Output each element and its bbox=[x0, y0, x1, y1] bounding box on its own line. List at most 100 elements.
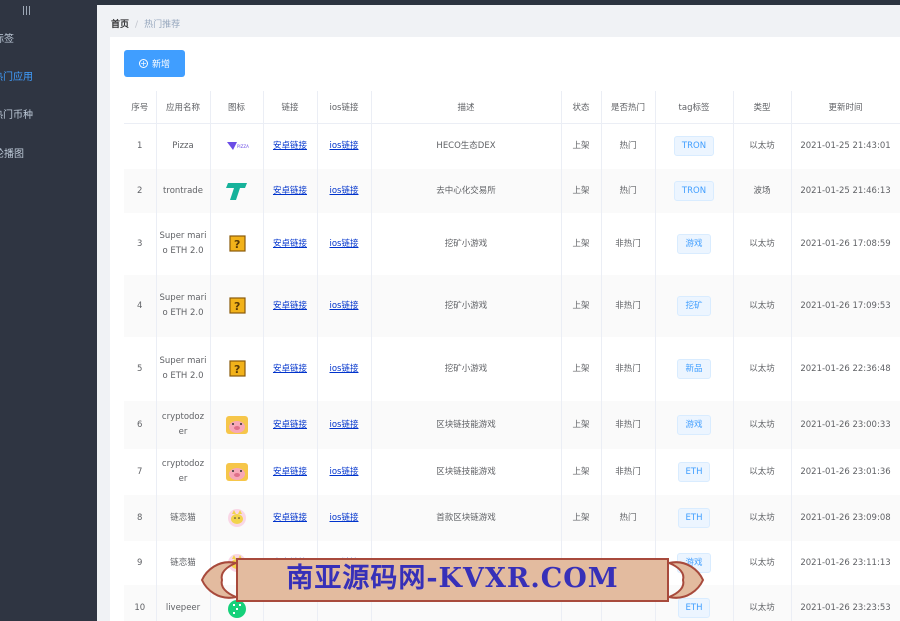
ios-link[interactable]: ios链接 bbox=[330, 467, 359, 477]
cell-tag: 新品 bbox=[655, 337, 734, 401]
cell-icon bbox=[210, 449, 264, 495]
breadcrumb-current: 热门推荐 bbox=[144, 20, 181, 30]
cell-type: 以太坊 bbox=[733, 123, 792, 169]
cell-time: 2021-01-26 22:36:48 bbox=[791, 337, 900, 401]
cell-link: 安卓链接 bbox=[263, 401, 318, 449]
sidebar-item-tags[interactable]: 标签 bbox=[0, 30, 91, 50]
table-row[interactable]: 3 Super mario ETH 2.0? 安卓链接 ios链接 挖矿小游戏 上架 非热门… bbox=[124, 213, 900, 275]
cell-link: 安卓链接 bbox=[263, 337, 318, 401]
cat-avatar-icon bbox=[225, 508, 249, 528]
cell-desc: 挖矿小游戏 bbox=[371, 337, 562, 401]
cell-hot: 热门 bbox=[601, 123, 656, 169]
cell-ios-link: ios链接 bbox=[317, 449, 372, 495]
add-button[interactable]: + 新增 bbox=[124, 50, 185, 77]
hamburger-icon[interactable]: ||| bbox=[22, 6, 36, 16]
cell-time: 2021-01-26 23:23:53 bbox=[791, 585, 900, 621]
tag-badge: TRON bbox=[673, 181, 715, 201]
cell-status: 上架 bbox=[561, 401, 602, 449]
cell-time: 2021-01-26 17:08:59 bbox=[791, 213, 900, 275]
question-block-icon: ? bbox=[225, 234, 249, 254]
table-row[interactable]: 2 trontrade 安卓链接 ios链接 去中心化交易所 上架 热门 TRON 波场 2021… bbox=[124, 169, 900, 213]
android-link[interactable]: 安卓链接 bbox=[273, 141, 307, 151]
cell-hot: 非热门 bbox=[601, 401, 656, 449]
header-time[interactable]: 更新时间 bbox=[791, 91, 900, 124]
header-hot[interactable]: 是否热门 bbox=[601, 91, 656, 124]
table-row[interactable]: 7 cryptodozer 安卓链接 ios链接 区块链技能游戏 上架 非热门 ETH 以太坊 2… bbox=[124, 449, 900, 495]
cell-no: 5 bbox=[124, 337, 157, 401]
header-tag[interactable]: tag标签 bbox=[655, 91, 734, 124]
cell-hot: 非热门 bbox=[601, 275, 656, 337]
ios-link[interactable]: ios链接 bbox=[330, 186, 359, 196]
tag-badge: 新品 bbox=[677, 359, 711, 379]
cell-tag: TRON bbox=[655, 123, 734, 169]
android-link[interactable]: 安卓链接 bbox=[273, 186, 307, 196]
breadcrumb-separator: / bbox=[135, 20, 139, 30]
android-link[interactable]: 安卓链接 bbox=[273, 364, 307, 374]
table-row[interactable]: 6 cryptodozer 安卓链接 ios链接 区块链技能游戏 上架 非热门 游戏 以太坊 20… bbox=[124, 401, 900, 449]
android-link[interactable]: 安卓链接 bbox=[273, 301, 307, 311]
cell-name: 链恋猫 bbox=[156, 495, 211, 541]
cell-desc: 区块链技能游戏 bbox=[371, 449, 562, 495]
table-row[interactable]: 8 链恋猫 安卓链接 ios链接 首款区块链游戏 上架 热门 ETH 以太坊 2021-01-26… bbox=[124, 495, 900, 541]
content-card: + 新增 序号 应用名称 图标 链接 ios链接 描述 状态 是否热门 tag标… bbox=[110, 37, 900, 621]
cell-desc: 首款区块链游戏 bbox=[371, 495, 562, 541]
trontrade-logo-icon bbox=[225, 181, 249, 201]
sidebar-item-hot-apps[interactable]: 热门应用 bbox=[0, 68, 90, 88]
header-no[interactable]: 序号 bbox=[124, 91, 157, 124]
cell-icon: ? bbox=[210, 275, 264, 337]
cell-icon bbox=[210, 495, 264, 541]
sidebar: ||| 标签 热门应用 热门币种 轮播图 bbox=[0, 0, 97, 621]
cell-hot: 热门 bbox=[601, 169, 656, 213]
cell-ios-link: ios链接 bbox=[317, 337, 372, 401]
watermark-text: 南亚源码网-KVXR.COM bbox=[286, 563, 619, 594]
android-link[interactable]: 安卓链接 bbox=[273, 513, 307, 523]
header-ios-link[interactable]: ios链接 bbox=[317, 91, 372, 124]
header-status[interactable]: 状态 bbox=[561, 91, 602, 124]
cell-icon: ? bbox=[210, 213, 264, 275]
header-link[interactable]: 链接 bbox=[263, 91, 318, 124]
cell-icon bbox=[210, 401, 264, 449]
cell-link: 安卓链接 bbox=[263, 213, 318, 275]
tag-badge: 游戏 bbox=[677, 415, 711, 435]
table-row[interactable]: 1 Pizza PIZZA 安卓链接 ios链接 HECO生态DEX 上架 热门 TRON 以太坊… bbox=[124, 123, 900, 169]
cell-time: 2021-01-25 21:46:13 bbox=[791, 169, 900, 213]
ios-link[interactable]: ios链接 bbox=[330, 239, 359, 249]
header-name[interactable]: 应用名称 bbox=[156, 91, 211, 124]
header-desc[interactable]: 描述 bbox=[371, 91, 562, 124]
ios-link[interactable]: ios链接 bbox=[330, 141, 359, 151]
cell-time: 2021-01-26 23:11:13 bbox=[791, 541, 900, 585]
header-type[interactable]: 类型 bbox=[733, 91, 792, 124]
cell-link: 安卓链接 bbox=[263, 449, 318, 495]
cell-time: 2021-01-26 23:00:33 bbox=[791, 401, 900, 449]
android-link[interactable]: 安卓链接 bbox=[273, 467, 307, 477]
ios-link[interactable]: ios链接 bbox=[330, 513, 359, 523]
cell-time: 2021-01-26 23:09:08 bbox=[791, 495, 900, 541]
cell-type: 波场 bbox=[733, 169, 792, 213]
cell-tag: ETH bbox=[655, 449, 734, 495]
ios-link[interactable]: ios链接 bbox=[330, 301, 359, 311]
cell-type: 以太坊 bbox=[733, 213, 792, 275]
table-row[interactable]: 5 Super mario ETH 2.0? 安卓链接 ios链接 挖矿小游戏 上架 非热门… bbox=[124, 337, 900, 401]
cell-desc: 去中心化交易所 bbox=[371, 169, 562, 213]
cell-name: cryptodozer bbox=[156, 401, 211, 449]
svg-text:?: ? bbox=[234, 300, 240, 313]
sidebar-item-carousel[interactable]: 轮播图 bbox=[0, 145, 91, 165]
tag-badge: 挖矿 bbox=[677, 296, 711, 316]
cell-tag: TRON bbox=[655, 169, 734, 213]
breadcrumb-home[interactable]: 首页 bbox=[111, 20, 129, 30]
android-link[interactable]: 安卓链接 bbox=[273, 239, 307, 249]
cell-no: 1 bbox=[124, 123, 157, 169]
cell-ios-link: ios链接 bbox=[317, 169, 372, 213]
ios-link[interactable]: ios链接 bbox=[330, 364, 359, 374]
ios-link[interactable]: ios链接 bbox=[330, 420, 359, 430]
cell-ios-link: ios链接 bbox=[317, 401, 372, 449]
header-icon[interactable]: 图标 bbox=[210, 91, 264, 124]
svg-text:PIZZA: PIZZA bbox=[237, 144, 249, 149]
watermark: 南亚源码网-KVXR.COM bbox=[200, 549, 705, 611]
cell-no: 9 bbox=[124, 541, 157, 585]
svg-text:?: ? bbox=[234, 363, 240, 376]
table-row[interactable]: 4 Super mario ETH 2.0? 安卓链接 ios链接 挖矿小游戏 上架 非热门… bbox=[124, 275, 900, 337]
sidebar-item-hot-coins[interactable]: 热门币种 bbox=[0, 106, 90, 126]
question-block-icon: ? bbox=[225, 359, 249, 379]
android-link[interactable]: 安卓链接 bbox=[273, 420, 307, 430]
